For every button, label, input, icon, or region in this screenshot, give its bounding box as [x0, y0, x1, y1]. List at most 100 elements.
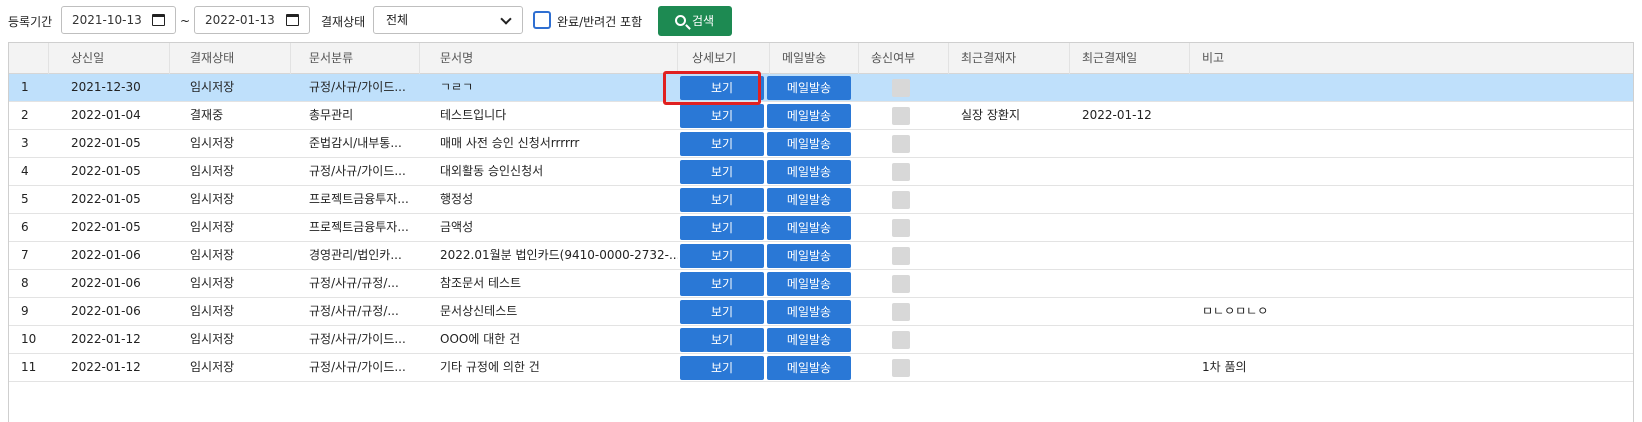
include-completed-label: 완료/반려건 포함	[557, 15, 643, 29]
send-mail-button[interactable]: 메일발송	[767, 132, 851, 156]
last-approver-cell	[949, 354, 1070, 381]
chevron-down-icon	[500, 13, 512, 25]
view-detail-button[interactable]: 보기	[680, 328, 764, 352]
table-row[interactable]: 10 2022-01-12 임시저장 규정/사규/가이드... OOO에 대한 건 보기 메…	[9, 326, 1633, 354]
last-approver-cell	[949, 186, 1070, 213]
row-number: 10	[21, 332, 37, 346]
table-row[interactable]: 8 2022-01-06 임시저장 규정/사규/규정/... 참조문서 테스트 보기 메일발…	[9, 270, 1633, 298]
table-row[interactable]: 7 2022-01-06 임시저장 경영관리/법인카... 2022.01월분 법인카드…	[9, 242, 1633, 270]
document-grid: 상신일 결재상태 문서분류 문서명 상세보기 메일발송 송신여부 최근결재자 최…	[8, 42, 1634, 422]
table-row[interactable]: 5 2022-01-05 임시저장 프로젝트금융투자... 행정성 보기 메일발송	[9, 186, 1633, 214]
header-send-mail[interactable]: 메일발송	[770, 43, 859, 74]
search-button[interactable]: 검색	[658, 6, 732, 36]
sent-flag-checkbox	[892, 303, 910, 321]
approval-status-cell: 임시저장	[190, 360, 235, 374]
approval-status-cell: 임시저장	[190, 220, 235, 234]
submit-date-cell: 2022-01-06	[71, 248, 141, 262]
start-date-input[interactable]: 2021-10-13	[61, 6, 176, 34]
last-approval-date-cell	[1070, 270, 1190, 297]
calendar-icon[interactable]	[152, 14, 165, 26]
last-approver-cell	[949, 74, 1070, 101]
approval-status-cell: 임시저장	[190, 304, 235, 318]
include-completed-checkbox[interactable]	[533, 11, 551, 29]
submit-date-cell: 2022-01-12	[71, 360, 141, 374]
send-mail-button[interactable]: 메일발송	[767, 104, 851, 128]
table-row[interactable]: 2 2022-01-04 결재중 총무관리 테스트입니다 실장 장환지 2022-01-12…	[9, 102, 1633, 130]
row-number: 7	[21, 248, 29, 262]
view-detail-button[interactable]: 보기	[680, 216, 764, 240]
row-number: 4	[21, 164, 29, 178]
submit-date-cell: 2022-01-12	[71, 332, 141, 346]
view-detail-button[interactable]: 보기	[680, 132, 764, 156]
view-detail-button[interactable]: 보기	[680, 160, 764, 184]
approval-status-cell: 임시저장	[190, 248, 235, 262]
table-row[interactable]: 6 2022-01-05 임시저장 프로젝트금융투자... 금액성 보기 메일발송	[9, 214, 1633, 242]
view-detail-button[interactable]: 보기	[680, 300, 764, 324]
doc-category-cell: 규정/사규/가이드...	[309, 164, 406, 178]
send-mail-button[interactable]: 메일발송	[767, 76, 851, 100]
view-detail-button[interactable]: 보기	[680, 188, 764, 212]
submit-date-cell: 2022-01-04	[71, 108, 141, 122]
table-row[interactable]: 9 2022-01-06 임시저장 규정/사규/규정/... 문서상신테스트 ㅁㄴㅇㅁㄴㅇ…	[9, 298, 1633, 326]
row-number: 5	[21, 192, 29, 206]
sent-flag-checkbox	[892, 191, 910, 209]
start-date-value: 2021-10-13	[72, 13, 142, 27]
header-doc-category[interactable]: 문서분류	[291, 43, 420, 74]
view-detail-button[interactable]: 보기	[680, 272, 764, 296]
doc-category-cell: 프로젝트금융투자...	[309, 220, 409, 234]
doc-name-cell: 매매 사전 승인 신청서rrrrrr	[440, 136, 580, 150]
last-approval-date-cell	[1070, 130, 1190, 157]
send-mail-button[interactable]: 메일발송	[767, 160, 851, 184]
sent-flag-checkbox	[892, 163, 910, 181]
table-row[interactable]: 1 2021-12-30 임시저장 규정/사규/가이드... ㄱㄹㄱ 보기 메일발송	[9, 74, 1633, 102]
send-mail-button[interactable]: 메일발송	[767, 216, 851, 240]
send-mail-button[interactable]: 메일발송	[767, 328, 851, 352]
row-number: 1	[21, 80, 29, 94]
end-date-input[interactable]: 2022-01-13	[194, 6, 310, 34]
doc-name-cell: 2022.01월분 법인카드(9410-0000-2732-...	[440, 248, 678, 262]
header-last-approver[interactable]: 최근결재자	[949, 43, 1070, 74]
last-approver-cell	[949, 158, 1070, 185]
approval-status-cell: 임시저장	[190, 80, 235, 94]
submit-date-cell: 2022-01-05	[71, 164, 141, 178]
send-mail-button[interactable]: 메일발송	[767, 188, 851, 212]
last-approver-cell	[949, 270, 1070, 297]
header-approval-status[interactable]: 결재상태	[170, 43, 291, 74]
header-sent-flag[interactable]: 송신여부	[859, 43, 949, 74]
table-row[interactable]: 4 2022-01-05 임시저장 규정/사규/가이드... 대외활동 승인신청서 보기 메…	[9, 158, 1633, 186]
submit-date-cell: 2022-01-05	[71, 220, 141, 234]
send-mail-button[interactable]: 메일발송	[767, 356, 851, 380]
table-row[interactable]: 11 2022-01-12 임시저장 규정/사규/가이드... 기타 규정에 의한 건 1…	[9, 354, 1633, 382]
send-mail-button[interactable]: 메일발송	[767, 272, 851, 296]
table-row[interactable]: 3 2022-01-05 임시저장 준법감시/내부통... 매매 사전 승인 신청서rr…	[9, 130, 1633, 158]
header-note[interactable]: 비고	[1190, 43, 1633, 74]
last-approver-cell	[949, 130, 1070, 157]
header-submit-date[interactable]: 상신일	[49, 43, 170, 74]
sent-flag-checkbox	[892, 275, 910, 293]
last-approver-cell	[949, 214, 1070, 241]
header-doc-name[interactable]: 문서명	[420, 43, 678, 74]
view-detail-button[interactable]: 보기	[680, 104, 764, 128]
note-cell	[1190, 242, 1633, 269]
send-mail-button[interactable]: 메일발송	[767, 244, 851, 268]
status-select-value: 전체	[386, 13, 409, 27]
doc-name-cell: 대외활동 승인신청서	[440, 164, 544, 178]
send-mail-button[interactable]: 메일발송	[767, 300, 851, 324]
calendar-icon[interactable]	[286, 14, 299, 26]
submit-date-cell: 2022-01-06	[71, 276, 141, 290]
header-last-approval-date[interactable]: 최근결재일	[1070, 43, 1190, 74]
last-approval-date-cell: 2022-01-12	[1082, 108, 1152, 122]
approval-status-cell: 임시저장	[190, 332, 235, 346]
view-detail-button[interactable]: 보기	[680, 76, 764, 100]
doc-name-cell: 기타 규정에 의한 건	[440, 360, 540, 374]
last-approval-date-cell	[1070, 214, 1190, 241]
doc-name-cell: OOO에 대한 건	[440, 332, 521, 346]
view-detail-button[interactable]: 보기	[680, 244, 764, 268]
doc-name-cell: 문서상신테스트	[440, 304, 518, 318]
end-date-value: 2022-01-13	[205, 13, 275, 27]
sent-flag-checkbox	[892, 79, 910, 97]
status-select[interactable]: 전체	[373, 6, 523, 34]
header-view-detail[interactable]: 상세보기	[678, 43, 770, 74]
doc-category-cell: 준법감시/내부통...	[309, 136, 402, 150]
view-detail-button[interactable]: 보기	[680, 356, 764, 380]
